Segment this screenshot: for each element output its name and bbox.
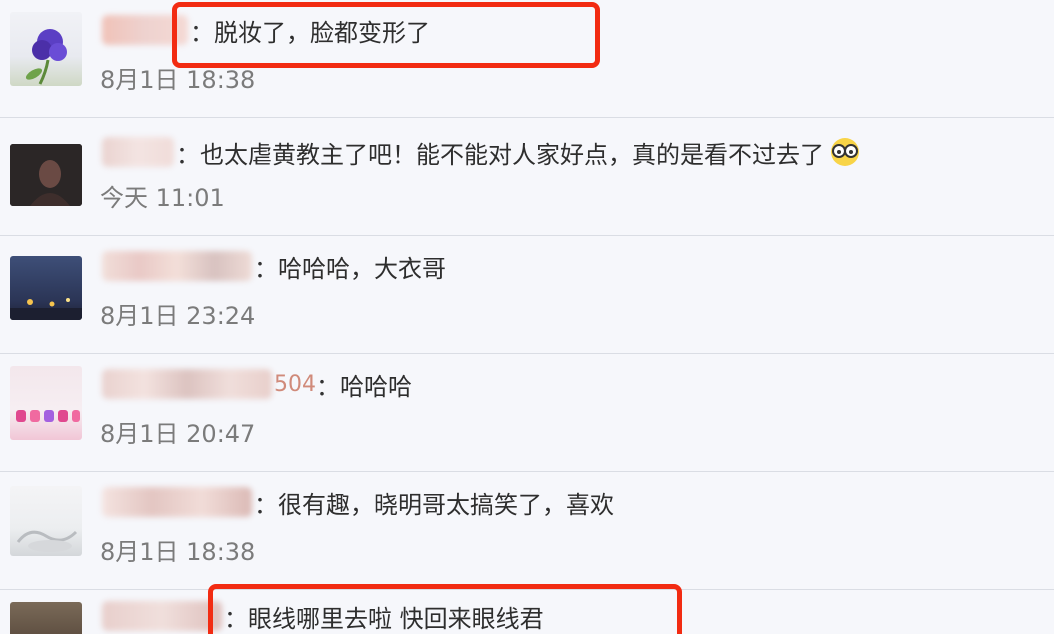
comment-text: 很有趣，晓明哥太搞笑了，喜欢 [278, 490, 614, 519]
avatar[interactable] [10, 486, 82, 556]
comment-item: ： 脱妆了，脸都变形了 8月1日 18:38 [0, 0, 1054, 118]
avatar[interactable] [10, 366, 82, 440]
comment-item: 504 ： 哈哈哈 8月1日 20:47 [0, 354, 1054, 472]
purple-flower-icon [25, 29, 67, 85]
separator: ： [316, 372, 340, 401]
glasses-face-emoji-icon [831, 138, 859, 166]
blurred-username[interactable] [102, 15, 188, 45]
separator: ： [254, 490, 278, 519]
separator: ： [224, 604, 248, 633]
comment-feed: ： 脱妆了，脸都变形了 8月1日 18:38 ： 也太虐黄教主了吧！能不能对人家… [0, 0, 1054, 634]
separator: ： [176, 140, 200, 169]
comment-item: ： 很有趣，晓明哥太搞笑了，喜欢 8月1日 18:38 [0, 472, 1054, 590]
username-fragment[interactable]: 504 [274, 372, 316, 397]
separator: ： [254, 254, 278, 283]
avatar[interactable] [10, 12, 82, 86]
night-scene-icon [10, 298, 82, 320]
comment-line: ： 脱妆了，脸都变形了 [102, 12, 430, 48]
blurred-username[interactable] [102, 369, 272, 399]
avatar[interactable] [10, 144, 82, 206]
comment-line: ： 哈哈哈，大衣哥 [102, 248, 446, 284]
comment-text: 眼线哪里去啦 快回来眼线君 [248, 604, 544, 633]
avatar[interactable] [10, 602, 82, 634]
timestamp: 8月1日 18:38 [100, 66, 256, 94]
comment-line: 504 ： 哈哈哈 [102, 366, 412, 402]
timestamp: 8月1日 23:24 [100, 302, 256, 330]
sketch-avatar-icon [16, 530, 78, 552]
comment-item: ： 眼线哪里去啦 快回来眼线君 [0, 590, 1054, 634]
avatar[interactable] [10, 256, 82, 320]
blurred-username[interactable] [102, 601, 222, 631]
comment-text: 也太虐黄教主了吧！能不能对人家好点，真的是看不过去了 [200, 140, 824, 169]
comment-text: 哈哈哈，大衣哥 [278, 254, 446, 283]
comment-line: ： 也太虐黄教主了吧！能不能对人家好点，真的是看不过去了 [102, 134, 862, 170]
blurred-username[interactable] [102, 137, 174, 167]
comment-text: 哈哈哈 [340, 372, 412, 401]
comment-item: ： 哈哈哈，大衣哥 8月1日 23:24 [0, 236, 1054, 354]
separator: ： [190, 18, 214, 47]
comment-line: ： 眼线哪里去啦 快回来眼线君 [102, 598, 544, 634]
comment-text: 脱妆了，脸都变形了 [214, 18, 430, 47]
timestamp: 8月1日 20:47 [100, 420, 256, 448]
comment-line: ： 很有趣，晓明哥太搞笑了，喜欢 [102, 484, 614, 520]
cartoon-avatar-icon [16, 410, 80, 422]
blurred-username[interactable] [102, 487, 252, 517]
person-photo-icon [10, 144, 82, 206]
timestamp: 今天 11:01 [100, 184, 225, 212]
blurred-username[interactable] [102, 251, 252, 281]
timestamp: 8月1日 18:38 [100, 538, 256, 566]
comment-item: ： 也太虐黄教主了吧！能不能对人家好点，真的是看不过去了 今天 11:01 [0, 118, 1054, 236]
